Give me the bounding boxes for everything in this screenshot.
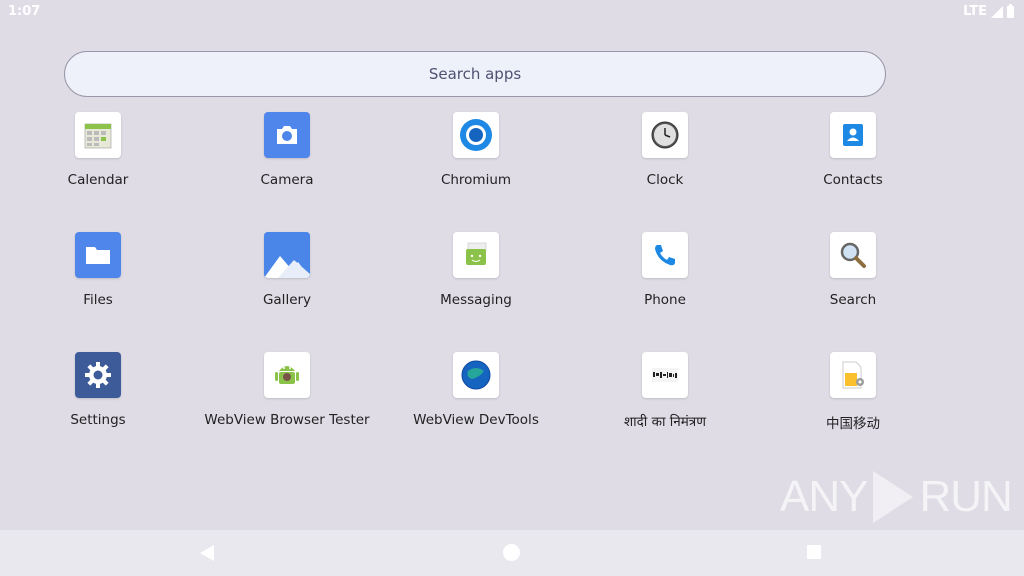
- signal-icon: [991, 5, 1003, 18]
- invitation-icon: [642, 352, 688, 398]
- app-contacts[interactable]: Contacts: [763, 112, 943, 212]
- app-label: Files: [83, 292, 113, 308]
- app-label: Settings: [70, 412, 126, 428]
- app-label: Calendar: [67, 172, 129, 188]
- chromium-icon: [453, 112, 499, 158]
- app-label: 中国移动: [826, 416, 880, 432]
- battery-icon: [1007, 3, 1014, 18]
- clock-icon: [642, 112, 688, 158]
- app-label: WebView DevTools: [413, 412, 539, 428]
- app-label: Search: [829, 292, 877, 308]
- files-icon: [75, 232, 121, 278]
- app-label: Camera: [260, 172, 314, 188]
- app-calendar[interactable]: Calendar: [8, 112, 188, 212]
- calendar-icon: [75, 112, 121, 158]
- app-clock[interactable]: Clock: [575, 112, 755, 212]
- watermark: ANY RUN: [780, 468, 1013, 526]
- app-label: Phone: [644, 292, 686, 308]
- app-label: शादी का निमंत्रण: [623, 414, 707, 430]
- watermark-right: RUN: [919, 472, 1012, 521]
- watermark-left: ANY: [780, 472, 868, 521]
- app-webview-browser-tester[interactable]: WebView Browser Tester: [197, 352, 377, 452]
- app-label: Messaging: [440, 292, 512, 308]
- messaging-icon: [453, 232, 499, 278]
- app-files[interactable]: Files: [8, 232, 188, 332]
- app-label: Contacts: [823, 172, 883, 188]
- app-invitation[interactable]: शादी का निमंत्रण: [575, 352, 755, 452]
- camera-icon: [264, 112, 310, 158]
- play-icon: [873, 471, 914, 523]
- search-apps-input[interactable]: Search apps: [64, 51, 886, 97]
- app-messaging[interactable]: Messaging: [386, 232, 566, 332]
- settings-icon: [75, 352, 121, 398]
- search-placeholder: Search apps: [428, 65, 522, 83]
- back-icon[interactable]: [200, 545, 214, 561]
- app-settings[interactable]: Settings: [8, 352, 188, 452]
- gallery-icon: [264, 232, 310, 278]
- search-icon: [830, 232, 876, 278]
- navigation-bar: [0, 530, 1024, 576]
- webview-tester-icon: [264, 352, 310, 398]
- status-indicators: LTE: [963, 3, 1014, 19]
- app-phone[interactable]: Phone: [575, 232, 755, 332]
- china-mobile-icon: [830, 352, 876, 398]
- app-label: Gallery: [262, 292, 312, 308]
- app-label: Chromium: [440, 172, 512, 188]
- app-label: Clock: [646, 172, 684, 188]
- contacts-icon: [830, 112, 876, 158]
- phone-icon: [642, 232, 688, 278]
- status-time: 1:07: [8, 4, 41, 19]
- app-search[interactable]: Search: [763, 232, 943, 332]
- app-label: WebView Browser Tester: [204, 412, 370, 428]
- app-camera[interactable]: Camera: [197, 112, 377, 212]
- app-gallery[interactable]: Gallery: [197, 232, 377, 332]
- app-china-mobile[interactable]: 中国移动: [763, 352, 943, 452]
- recent-apps-icon[interactable]: [807, 545, 821, 559]
- status-bar: 1:07 LTE: [0, 0, 1024, 24]
- webview-devtools-icon: [453, 352, 499, 398]
- app-chromium[interactable]: Chromium: [386, 112, 566, 212]
- app-webview-devtools[interactable]: WebView DevTools: [386, 352, 566, 452]
- network-type: LTE: [963, 4, 987, 19]
- home-icon[interactable]: [503, 544, 520, 561]
